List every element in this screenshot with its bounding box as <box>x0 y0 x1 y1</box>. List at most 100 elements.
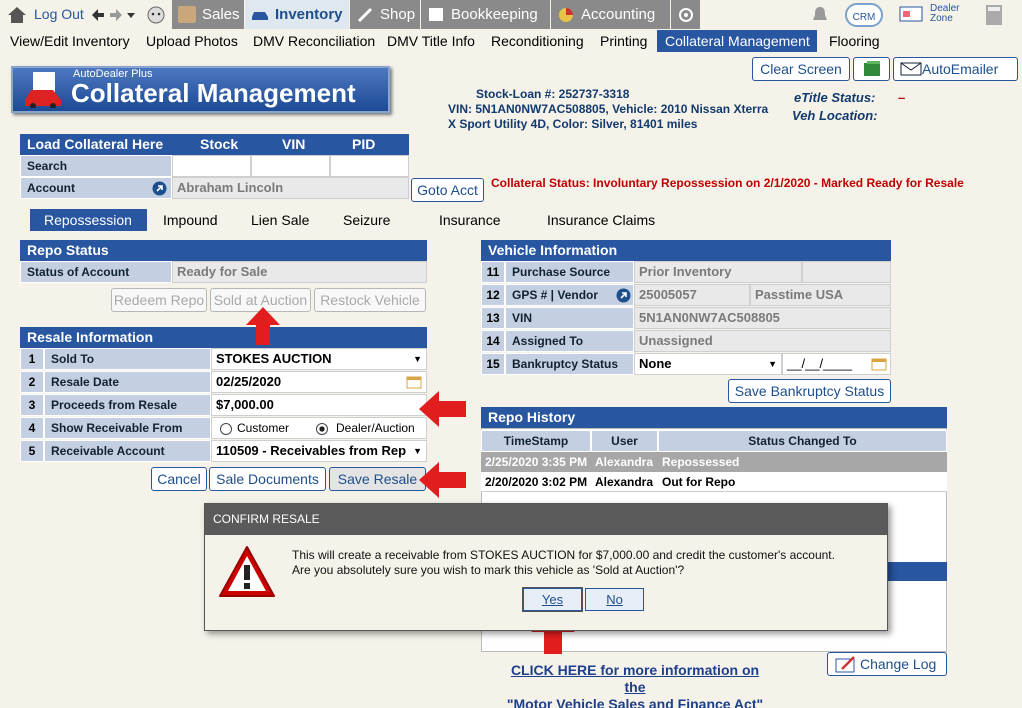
etitle-status-label: eTitle Status: <box>794 90 876 105</box>
veh-location-label: Veh Location: <box>792 108 878 123</box>
crm-button[interactable]: CRM <box>845 3 883 27</box>
nav-accounting[interactable]: Accounting <box>551 0 670 29</box>
etitle-status-value: – <box>898 90 906 105</box>
gps-vendor-value: Passtime USA <box>750 284 891 306</box>
subnav-dmv-title-info[interactable]: DMV Title Info <box>379 30 483 52</box>
account-value: Abraham Lincoln <box>172 177 409 199</box>
gps-number-value: 25005057 <box>634 284 750 306</box>
load-collateral-header: Load Collateral Here Stock VIN PID <box>20 134 409 155</box>
clear-screen-button[interactable]: Clear Screen <box>752 57 850 81</box>
subnav-printing[interactable]: Printing <box>592 30 655 52</box>
top-bar: Log Out Sales Inventory Shop Bookkeeping… <box>0 0 1022 30</box>
envelope-icon <box>900 62 922 76</box>
change-log-button[interactable]: Change Log <box>827 652 947 676</box>
repo-history-header: Repo History <box>481 407 947 428</box>
bankruptcy-status-label: Bankruptcy Status <box>505 353 634 375</box>
no-button[interactable]: No <box>585 588 644 611</box>
receivable-account-select[interactable]: 110509 - Receivables from Rep ▼ <box>211 440 427 462</box>
table-row[interactable]: 2/20/2020 3:02 PM Alexandra Out for Repo <box>481 472 947 492</box>
resale-date-input[interactable]: 02/25/2020 <box>211 371 427 393</box>
subnav-collateral-management[interactable]: Collateral Management <box>657 30 817 52</box>
status-of-account-value: Ready for Sale <box>172 261 427 283</box>
user-avatar-icon[interactable] <box>145 5 167 25</box>
chevron-down-icon: ▼ <box>413 354 422 364</box>
nav-inventory[interactable]: Inventory <box>245 0 349 29</box>
settings-button[interactable] <box>671 0 700 29</box>
page-title: Collateral Management <box>71 78 356 108</box>
goto-account-button[interactable]: Goto Acct <box>411 178 484 202</box>
customer-radio[interactable] <box>220 423 232 435</box>
sale-documents-button[interactable]: Sale Documents <box>209 467 326 491</box>
account-label: Account <box>20 177 172 199</box>
gps-link-icon[interactable] <box>616 288 631 303</box>
dialog-title: CONFIRM RESALE <box>205 504 887 535</box>
bankruptcy-status-select[interactable]: None ▼ <box>634 353 782 375</box>
mvsfa-info-link[interactable]: CLICK HERE for more information on the "M… <box>505 662 765 708</box>
home-icon[interactable] <box>6 5 28 25</box>
logout-link[interactable]: Log Out <box>34 6 84 22</box>
sold-to-select[interactable]: STOKES AUCTION ▼ <box>211 348 427 370</box>
proceeds-label: Proceeds from Resale <box>44 394 211 416</box>
calendar-icon[interactable] <box>406 375 422 389</box>
sold-to-label: Sold To <box>44 348 211 370</box>
sub-nav: View/Edit Inventory Upload Photos DMV Re… <box>0 30 1022 53</box>
subnav-flooring[interactable]: Flooring <box>821 30 888 52</box>
purchase-source-label: Purchase Source <box>505 261 634 283</box>
save-resale-button[interactable]: Save Resale <box>329 467 426 491</box>
restock-vehicle-button[interactable]: Restock Vehicle <box>314 288 426 312</box>
history-nav-icon[interactable] <box>91 7 137 23</box>
save-bankruptcy-status-button[interactable]: Save Bankruptcy Status <box>728 379 891 403</box>
stock-search-input[interactable] <box>172 155 251 177</box>
show-receivable-label: Show Receivable From <box>44 417 211 439</box>
annotation-arrow-left <box>419 462 466 498</box>
yes-button[interactable]: Yes <box>522 587 583 612</box>
book-icon <box>429 8 443 21</box>
app-logo: AutoDealer Plus Collateral Management <box>11 66 390 113</box>
gear-icon <box>678 7 693 22</box>
subnav-dmv-reconciliation[interactable]: DMV Reconciliation <box>245 30 383 52</box>
cancel-button[interactable]: Cancel <box>151 467 207 491</box>
nav-bookkeeping[interactable]: Bookkeeping <box>421 0 550 29</box>
table-row[interactable]: 2/25/2020 3:35 PM Alexandra Repossessed <box>481 452 947 472</box>
nav-shop[interactable]: Shop <box>350 0 420 29</box>
tab-impound[interactable]: Impound <box>149 209 231 231</box>
calculator-icon[interactable] <box>985 4 1003 26</box>
calendar-icon[interactable] <box>871 357 887 371</box>
resale-info-header: Resale Information <box>20 327 427 348</box>
account-link-icon[interactable] <box>152 181 167 196</box>
dealer-auction-radio[interactable] <box>316 423 328 435</box>
vin-search-input[interactable] <box>251 155 330 177</box>
tab-lien-sale[interactable]: Lien Sale <box>237 209 323 231</box>
dialog-message: This will create a receivable from STOKE… <box>292 548 835 577</box>
tab-seizure[interactable]: Seizure <box>329 209 404 231</box>
receivable-from-radio-group: Customer Dealer/Auction <box>211 417 427 439</box>
autoemailer-button[interactable]: AutoEmailer <box>893 57 1018 81</box>
tab-repossession[interactable]: Repossession <box>30 209 147 231</box>
bankruptcy-date-input[interactable]: __/__/____ <box>782 353 891 375</box>
subnav-reconditioning[interactable]: Reconditioning <box>483 30 592 52</box>
pid-search-input[interactable] <box>330 155 409 177</box>
wrench-icon <box>357 7 373 23</box>
purchase-source-value: Prior Inventory <box>634 261 802 283</box>
chevron-down-icon: ▼ <box>768 359 777 369</box>
warning-icon <box>219 546 275 597</box>
receivable-account-label: Receivable Account <box>44 440 211 462</box>
notification-bell-icon[interactable] <box>810 5 830 25</box>
redeem-repo-button[interactable]: Redeem Repo <box>111 288 207 312</box>
col-timestamp: TimeStamp <box>481 430 591 452</box>
dealer-zone-link[interactable]: Dealer Zone <box>930 4 959 24</box>
excel-export-button[interactable] <box>853 57 890 81</box>
tab-insurance-claims[interactable]: Insurance Claims <box>533 209 669 231</box>
nav-sales[interactable]: Sales <box>172 0 244 29</box>
assigned-to-label: Assigned To <box>505 330 634 352</box>
subnav-upload-photos[interactable]: Upload Photos <box>138 30 246 52</box>
subnav-view-edit-inventory[interactable]: View/Edit Inventory <box>2 30 138 52</box>
tab-insurance[interactable]: Insurance <box>425 209 514 231</box>
proceeds-input[interactable]: $7,000.00 <box>211 394 427 416</box>
chevron-down-icon: ▼ <box>413 446 422 456</box>
dealer-zone-icon[interactable] <box>899 6 923 22</box>
collateral-status: Collateral Status: Involuntary Repossess… <box>491 176 964 190</box>
col-user: User <box>591 430 658 452</box>
pie-chart-icon <box>559 8 573 22</box>
search-label: Search <box>20 155 172 177</box>
